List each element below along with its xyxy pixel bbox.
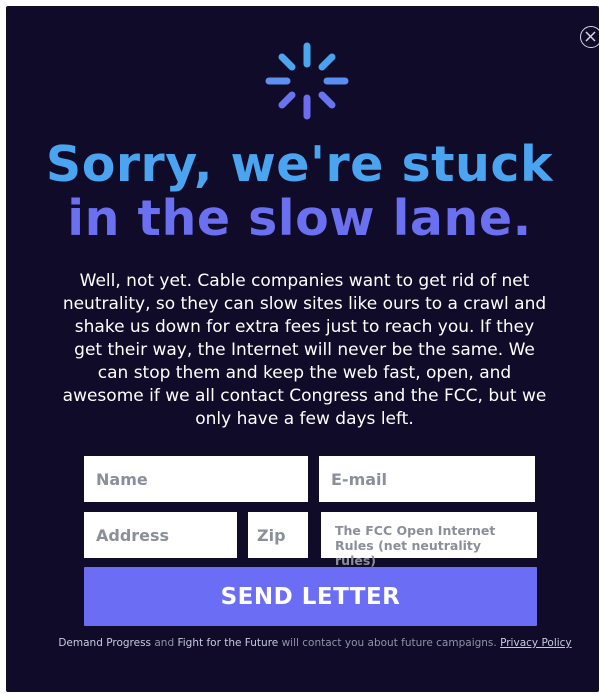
headline: Sorry, we're stuck in the slow lane. (0, 138, 599, 246)
zip-field[interactable] (248, 512, 308, 558)
name-field[interactable] (84, 456, 308, 502)
footer-org-fight-for-the-future: Fight for the Future (177, 637, 279, 649)
footer-org-demand-progress: Demand Progress (58, 637, 152, 649)
address-field[interactable] (84, 512, 237, 558)
headline-line-2: in the slow lane. (67, 190, 532, 247)
privacy-policy-link[interactable]: Privacy Policy (500, 637, 572, 649)
body-message: Well, not yet. Cable companies want to g… (62, 271, 547, 429)
close-icon[interactable] (580, 26, 599, 48)
footer-text: will contact you about future campaigns. (281, 637, 497, 649)
email-field[interactable] (319, 456, 535, 502)
footer-and: and (154, 637, 175, 649)
footer-disclaimer: Demand Progress and Fight for the Future… (0, 637, 599, 649)
headline-line-1: Sorry, we're stuck (45, 136, 554, 193)
letter-subject-field[interactable]: The FCC Open Internet Rules (net neutral… (321, 512, 537, 568)
loading-spinner-icon (265, 42, 349, 120)
send-letter-button[interactable]: SEND LETTER (84, 567, 537, 626)
